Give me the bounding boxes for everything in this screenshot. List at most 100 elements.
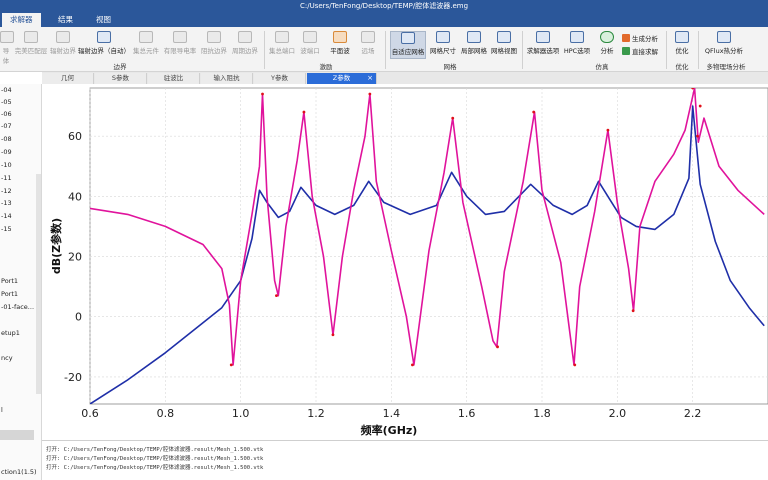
mesh-view-icon bbox=[497, 31, 511, 43]
play-icon bbox=[600, 31, 614, 43]
tree-item[interactable]: -07 bbox=[1, 122, 12, 130]
tree-item[interactable]: -13 bbox=[1, 199, 12, 207]
generate-icon bbox=[622, 34, 630, 42]
menu-tab-solver[interactable]: 求解器 bbox=[2, 13, 41, 27]
impedance-icon bbox=[207, 31, 221, 43]
mesh-size-icon bbox=[436, 31, 450, 43]
ribbon-separator bbox=[666, 31, 667, 69]
ribbon-group-simulation: 仿真 bbox=[595, 63, 609, 71]
tab-s-params[interactable]: S参数 bbox=[95, 73, 147, 84]
tree-item[interactable]: ction1(1.5) bbox=[1, 468, 37, 476]
ribbon-local-mesh-button[interactable]: 局部网格 bbox=[460, 31, 488, 59]
qflux-icon bbox=[717, 31, 731, 43]
tab-y-params[interactable]: Y参数 bbox=[254, 73, 306, 84]
data-point bbox=[606, 128, 610, 132]
tab-geometry[interactable]: 几何 bbox=[42, 73, 94, 84]
data-point bbox=[696, 134, 699, 138]
lumped-port-icon bbox=[275, 31, 289, 43]
plot-area bbox=[89, 87, 768, 405]
data-point bbox=[532, 110, 536, 114]
x-tick-label: 0.8 bbox=[157, 407, 175, 420]
console-line: 打开: C:/Users/TenFong/Desktop/TEMP/腔体滤波器.… bbox=[46, 465, 264, 471]
tree-item[interactable]: -06 bbox=[1, 110, 12, 118]
pml-icon bbox=[24, 31, 38, 43]
tree-item[interactable]: -09 bbox=[1, 148, 12, 156]
ribbon-periodic-boundary-button[interactable]: 周期边界 bbox=[230, 31, 260, 59]
ribbon-group-optimize: 优化 bbox=[675, 63, 689, 71]
ribbon-analyze-button[interactable]: 分析 bbox=[596, 31, 618, 59]
ribbon-lumped-element-button[interactable]: 集总元件 bbox=[132, 31, 160, 59]
ribbon-conductor-button[interactable]: 导体 bbox=[0, 31, 14, 65]
y-axis-label: dB(Z参数) bbox=[49, 218, 63, 274]
ribbon-far-field-button[interactable]: 远场 bbox=[356, 31, 380, 59]
data-point bbox=[368, 92, 372, 96]
tab-z-params[interactable]: Z参数 × bbox=[307, 73, 377, 84]
ribbon-hpc-options-button[interactable]: HPC选项 bbox=[562, 31, 592, 59]
ribbon-finite-conductivity-button[interactable]: 有限导电率 bbox=[162, 31, 198, 59]
tree-item[interactable]: -05 bbox=[1, 98, 12, 106]
y-tick-label: -20 bbox=[64, 371, 82, 384]
tree-scrollbar[interactable] bbox=[36, 174, 41, 394]
menu-tab-view[interactable]: 视图 bbox=[88, 13, 119, 27]
x-tick-label: 0.6 bbox=[81, 407, 99, 420]
ribbon-impedance-boundary-button[interactable]: 阻抗边界 bbox=[200, 31, 228, 59]
tree-item[interactable]: -12 bbox=[1, 187, 12, 195]
ribbon-generate-analysis-button[interactable]: 生成分析 bbox=[622, 33, 658, 45]
menu-tab-results[interactable]: 结果 bbox=[50, 13, 81, 27]
x-tick-label: 1.8 bbox=[533, 407, 551, 420]
ribbon-group-mesh: 网格 bbox=[443, 63, 457, 71]
ribbon-pml-button[interactable]: 完美匹配层 bbox=[14, 31, 48, 59]
tree-item[interactable]: -01-face... bbox=[1, 303, 34, 311]
tree-item[interactable]: l bbox=[1, 406, 3, 414]
ribbon-mesh-size-button[interactable]: 网格尺寸 bbox=[428, 31, 458, 59]
x-tick-label: 1.6 bbox=[458, 407, 476, 420]
tab-vswr[interactable]: 驻波比 bbox=[148, 73, 200, 84]
x-tick-label: 2.2 bbox=[684, 407, 702, 420]
far-field-icon bbox=[361, 31, 375, 43]
tree-item[interactable]: -14 bbox=[1, 212, 12, 220]
data-point bbox=[229, 363, 233, 367]
close-icon[interactable]: × bbox=[367, 73, 373, 84]
ribbon-radiation-auto-button[interactable]: 辐射边界（自动） bbox=[78, 31, 130, 59]
ribbon-mesh-view-button[interactable]: 网格视图 bbox=[490, 31, 518, 59]
tree-item[interactable]: -10 bbox=[1, 161, 12, 169]
tree-item[interactable]: -15 bbox=[1, 225, 12, 233]
tree-item[interactable]: -11 bbox=[1, 174, 12, 182]
radiation-auto-icon bbox=[97, 31, 111, 43]
tree-selection-highlight bbox=[0, 430, 34, 440]
solver-options-icon bbox=[536, 31, 550, 43]
finite-conductivity-icon bbox=[173, 31, 187, 43]
console-line: 打开: C:/Users/TenFong/Desktop/TEMP/腔体滤波器.… bbox=[46, 447, 264, 453]
console-line: 打开: C:/Users/TenFong/Desktop/TEMP/腔体滤波器.… bbox=[46, 456, 264, 462]
ribbon-solver-options-button[interactable]: 求解器选项 bbox=[526, 31, 560, 59]
data-point bbox=[573, 363, 577, 367]
ribbon-qflux-button[interactable]: QFlux热分析 bbox=[702, 31, 746, 59]
tree-item[interactable]: Port1 bbox=[1, 290, 18, 298]
tree-item[interactable]: -08 bbox=[1, 135, 12, 143]
title-bar: C:/Users/TenFong/Desktop/TEMP/腔体滤波器.emg bbox=[0, 0, 768, 13]
tab-input-impedance[interactable]: 输入阻抗 bbox=[201, 73, 253, 84]
data-point bbox=[261, 92, 264, 96]
ribbon: 导体 完美匹配层 辐射边界 辐射边界（自动） 集总元件 有限导电率 阻抗边界 周… bbox=[0, 27, 768, 72]
y-tick-label: 0 bbox=[75, 311, 82, 324]
ribbon-lumped-port-button[interactable]: 集总端口 bbox=[268, 31, 296, 59]
ribbon-group-multiphysics: 多物理场分析 bbox=[706, 63, 746, 71]
tree-item[interactable]: etup1 bbox=[1, 329, 20, 337]
ribbon-radiation-boundary-button[interactable]: 辐射边界 bbox=[50, 31, 76, 59]
tree-item[interactable]: Port1 bbox=[1, 277, 18, 285]
tree-item[interactable]: ncy bbox=[1, 354, 13, 362]
ribbon-plane-wave-button[interactable]: 平面波 bbox=[326, 31, 354, 59]
hpc-icon bbox=[570, 31, 584, 43]
chart-svg: 0.6 0.8 1.0 1.2 1.4 1.6 1.8 2.0 2.2 -20 0 20 40 60 频率(… bbox=[49, 87, 768, 437]
plane-wave-icon bbox=[333, 31, 347, 43]
adaptive-mesh-icon bbox=[401, 32, 415, 44]
z-parameter-plot[interactable]: 0.6 0.8 1.0 1.2 1.4 1.6 1.8 2.0 2.2 -20 0 20 40 60 频率(… bbox=[42, 84, 768, 440]
data-point bbox=[691, 88, 695, 90]
ribbon-wave-port-button[interactable]: 波端口 bbox=[298, 31, 322, 59]
ribbon-optimize-button[interactable]: 优化 bbox=[670, 31, 694, 59]
data-point bbox=[275, 294, 278, 298]
ribbon-direct-solve-button[interactable]: 直接求解 bbox=[622, 46, 658, 58]
tree-item[interactable]: -04 bbox=[1, 86, 12, 94]
ribbon-adaptive-mesh-button[interactable]: 自适应网格 bbox=[390, 31, 426, 59]
periodic-icon bbox=[238, 31, 252, 43]
